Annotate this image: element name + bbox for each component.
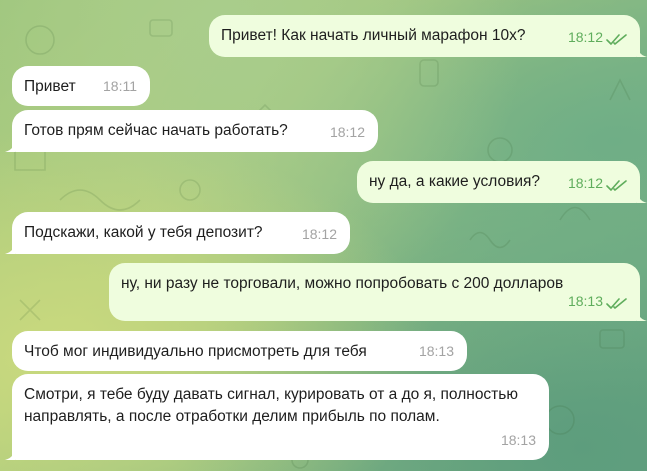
message-text: Готов прям сейчас начать работать? [24,122,288,139]
message-incoming[interactable]: Привет 18:11 [12,66,150,106]
message-time: 18:13 [500,432,536,448]
message-incoming[interactable]: Готов прям сейчас начать работать? 18:12 [5,110,378,152]
double-check-icon [606,34,627,45]
bubble-tail [5,446,15,460]
message-time: 18:12 [301,226,337,242]
message-incoming[interactable]: Подскажи, какой у тебя депозит? 18:12 [5,212,350,254]
message-text: Смотри, я тебе буду давать сигнал, курир… [24,386,518,425]
bubble-tail [637,307,647,321]
bubble-tail [5,240,15,254]
message-text: Чтоб мог индивидуально присмотреть для т… [24,343,367,360]
message-time: 18:13 [567,293,603,309]
message-time: 18:13 [418,343,454,359]
message-incoming[interactable]: Смотри, я тебе буду давать сигнал, курир… [5,374,549,460]
message-time: 18:11 [103,78,137,94]
message-outgoing[interactable]: ну, ни разу не торговали, можно попробов… [109,263,647,321]
double-check-icon [606,298,627,309]
message-incoming[interactable]: Чтоб мог индивидуально присмотреть для т… [12,331,467,371]
message-text: ну да, а какие условия? [369,173,540,190]
bubble-tail [637,43,647,57]
message-outgoing[interactable]: Привет! Как начать личный марафон 10х? 1… [209,15,647,57]
message-time: 18:12 [329,124,365,140]
chat-history[interactable]: Привет! Как начать личный марафон 10х? 1… [0,0,647,471]
bubble-tail [5,138,15,152]
message-text: Подскажи, какой у тебя депозит? [24,224,263,241]
bubble-tail [637,189,647,203]
message-text: Привет [24,78,76,95]
message-text: Привет! Как начать личный марафон 10х? [221,27,526,44]
message-time: 18:12 [567,29,603,45]
double-check-icon [606,180,627,191]
message-time: 18:12 [567,175,603,191]
message-text: ну, ни разу не торговали, можно попробов… [121,275,564,292]
message-outgoing[interactable]: ну да, а какие условия? 18:12 [357,161,647,203]
